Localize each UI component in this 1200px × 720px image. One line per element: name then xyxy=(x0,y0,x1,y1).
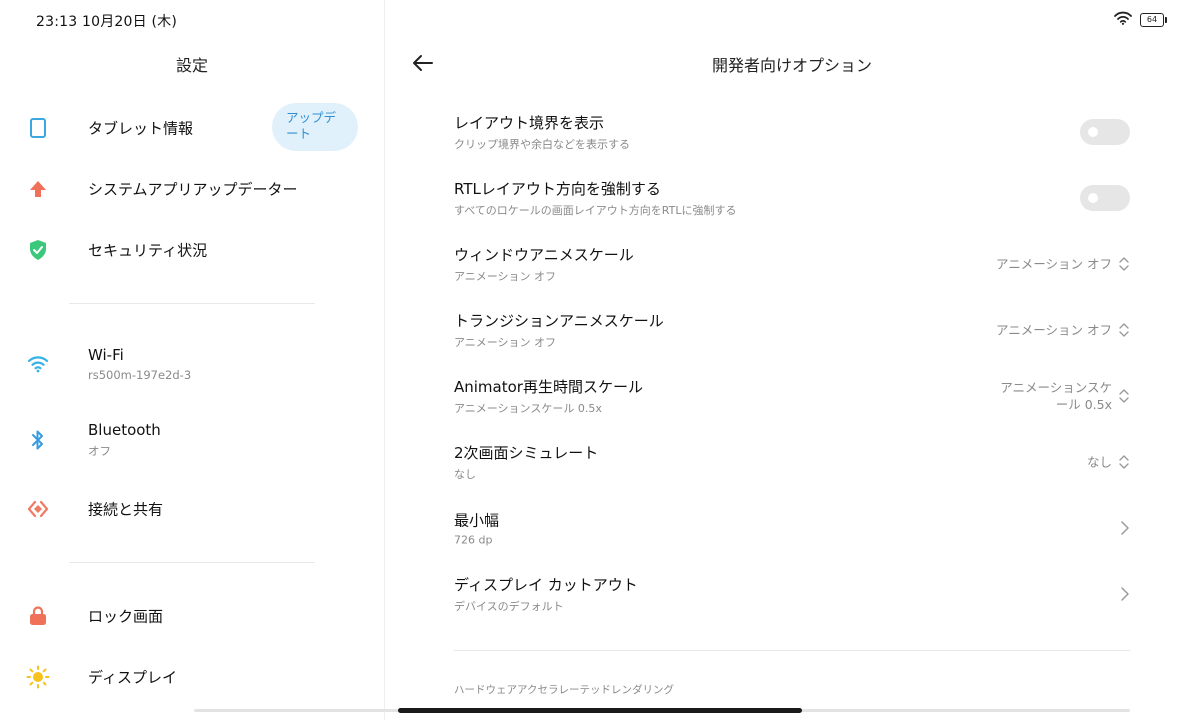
setting-value: なし xyxy=(1086,454,1112,470)
setting-label: Animator再生時間スケール xyxy=(454,378,643,396)
wifi-status-icon xyxy=(1114,10,1132,29)
setting-label: 最小幅 xyxy=(454,511,500,530)
section-header-hardware-rendering: ハードウェアアクセラレーテッドレンダリング xyxy=(454,684,674,696)
sidebar-item-connection-sharing[interactable]: 接続と共有 xyxy=(0,479,384,539)
update-badge[interactable]: アップデート xyxy=(272,103,358,151)
updown-icon xyxy=(1119,455,1129,469)
sidebar-item-wifi[interactable]: Wi-Fi rs500m-197e2d-3 xyxy=(0,334,384,394)
setting-value: アニメーション オフ xyxy=(996,256,1112,272)
force-rtl-toggle[interactable] xyxy=(1080,185,1130,211)
setting-label: ウィンドウアニメスケール xyxy=(454,246,634,264)
setting-label: RTLレイアウト方向を強制する xyxy=(454,180,661,198)
setting-transition-animation-scale[interactable]: トランジションアニメスケール アニメーション オフ アニメーション オフ xyxy=(454,298,1134,362)
setting-sub: アニメーション オフ xyxy=(454,336,557,349)
setting-label: ディスプレイ カットアウト xyxy=(454,576,638,594)
setting-value: アニメーション オフ xyxy=(996,322,1112,338)
updown-icon xyxy=(1119,389,1129,403)
bluetooth-icon xyxy=(26,428,50,452)
setting-simulate-secondary-display[interactable]: 2次画面シミュレート なし なし xyxy=(454,430,1134,494)
setting-sub: デバイスのデフォルト xyxy=(454,600,564,613)
setting-label: 2次画面シミュレート xyxy=(454,444,599,462)
lock-icon xyxy=(26,604,50,628)
sidebar-item-sub: rs500m-197e2d-3 xyxy=(88,368,192,382)
setting-window-animation-scale[interactable]: ウィンドウアニメスケール アニメーション オフ アニメーション オフ xyxy=(454,232,1134,296)
setting-show-layout-bounds[interactable]: レイアウト境界を表示 クリップ境界や余白などを表示する xyxy=(454,100,1134,164)
shield-check-icon xyxy=(26,238,50,262)
pane-divider xyxy=(384,0,385,720)
chevron-right-icon xyxy=(1121,521,1129,535)
status-time: 23:13 10月20日 (木) xyxy=(36,14,177,30)
layout-bounds-toggle[interactable] xyxy=(1080,119,1130,145)
sidebar-item-system-app-updater[interactable]: システムアプリアップデーター xyxy=(0,159,384,219)
setting-sub: アニメーション オフ xyxy=(454,270,557,283)
sidebar-item-security-status[interactable]: セキュリティ状況 xyxy=(0,220,384,280)
setting-sub: 726 dp xyxy=(454,533,493,547)
settings-title: 設定 xyxy=(175,56,208,75)
battery-icon: 64 xyxy=(1140,12,1167,27)
section-divider xyxy=(454,650,1130,651)
status-icons: 64 xyxy=(1114,10,1167,29)
sidebar-item-label: ディスプレイ xyxy=(88,668,177,687)
setting-force-rtl[interactable]: RTLレイアウト方向を強制する すべてのロケールの画面レイアウト方向をRTLに強… xyxy=(454,166,1134,230)
arrow-up-icon xyxy=(26,177,50,201)
sidebar-item-label: セキュリティ状況 xyxy=(88,241,208,260)
chevron-right-icon xyxy=(1121,587,1129,601)
setting-smallest-width[interactable]: 最小幅 726 dp xyxy=(454,496,1134,560)
setting-sub: すべてのロケールの画面レイアウト方向をRTLに強制する xyxy=(454,204,737,217)
setting-sub: アニメーションスケール 0.5x xyxy=(454,402,602,415)
sidebar-item-label: Wi-Fi xyxy=(88,346,124,364)
setting-label: トランジションアニメスケール xyxy=(454,312,664,330)
sidebar-item-label: タブレット情報 xyxy=(88,119,194,138)
wifi-icon xyxy=(26,352,50,376)
setting-value: アニメーションスケール 0.5x xyxy=(1000,380,1112,412)
tablet-icon xyxy=(26,116,50,140)
page-title: 開発者向けオプション xyxy=(711,56,872,75)
setting-display-cutout[interactable]: ディスプレイ カットアウト デバイスのデフォルト xyxy=(454,562,1134,626)
nav-gesture-handle[interactable] xyxy=(398,708,802,713)
updown-icon xyxy=(1119,323,1129,337)
sidebar-item-label: 接続と共有 xyxy=(88,500,164,519)
sidebar-item-label: Bluetooth xyxy=(88,421,161,439)
sidebar-item-bluetooth[interactable]: Bluetooth オフ xyxy=(0,410,384,470)
setting-label: レイアウト境界を表示 xyxy=(454,114,605,132)
sidebar-divider xyxy=(69,562,315,563)
setting-sub: なし xyxy=(454,468,476,481)
sun-icon xyxy=(26,665,50,689)
updown-icon xyxy=(1119,257,1129,271)
setting-sub: クリップ境界や余白などを表示する xyxy=(454,138,630,151)
sidebar-item-label: ロック画面 xyxy=(88,607,164,626)
sidebar-item-display[interactable]: ディスプレイ xyxy=(0,647,384,707)
sidebar-item-lock-screen[interactable]: ロック画面 xyxy=(0,586,384,646)
share-icon xyxy=(26,497,50,521)
sidebar-item-label: システムアプリアップデーター xyxy=(88,180,298,199)
sidebar-divider xyxy=(69,303,315,304)
setting-animator-duration-scale[interactable]: Animator再生時間スケール アニメーションスケール 0.5x アニメーショ… xyxy=(454,364,1134,428)
sidebar-item-sub: オフ xyxy=(88,444,111,458)
